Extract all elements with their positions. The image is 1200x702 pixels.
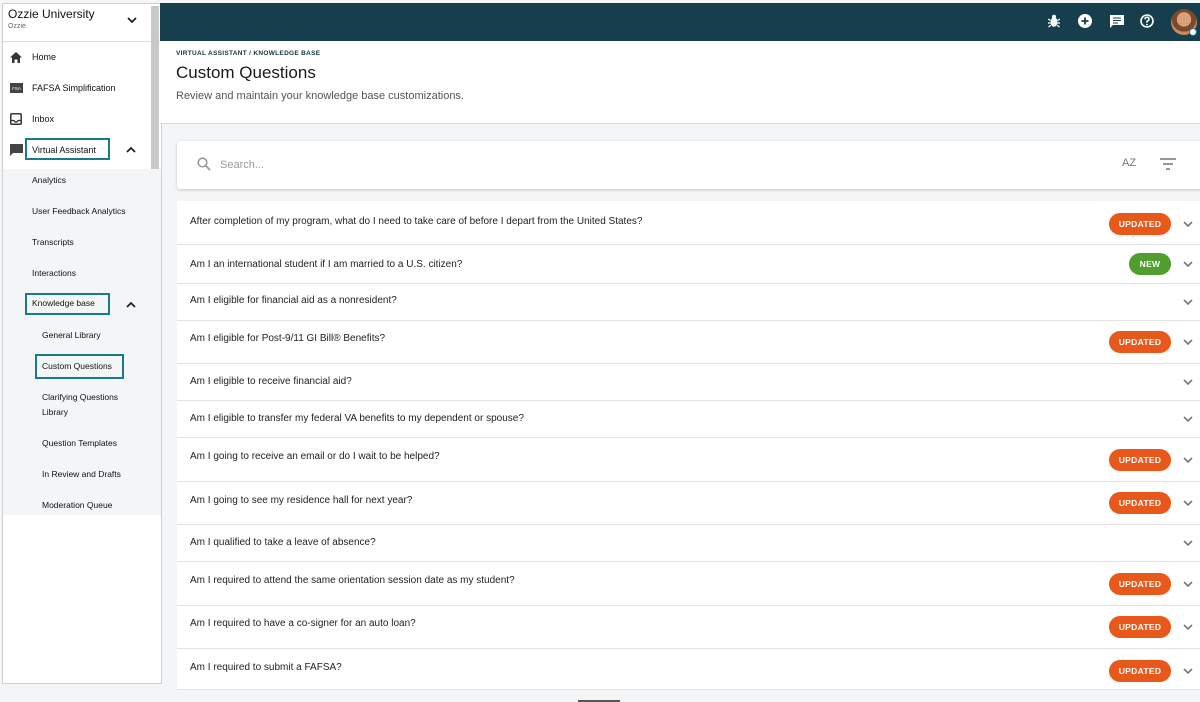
chevron-down-icon[interactable]	[1183, 261, 1193, 268]
question-row[interactable]: Am I eligible to receive financial aid?	[177, 364, 1200, 401]
question-row[interactable]: Am I an international student if I am ma…	[177, 245, 1200, 284]
status-badge: UPDATED	[1109, 331, 1171, 353]
question-row[interactable]: Am I qualified to take a leave of absenc…	[177, 525, 1200, 562]
question-row[interactable]: Am I eligible for Post-9/11 GI Bill® Ben…	[177, 321, 1200, 364]
sidebar-item-home[interactable]: Home	[3, 45, 151, 69]
search-icon	[197, 157, 211, 171]
chevron-down-icon[interactable]	[1183, 624, 1193, 631]
status-badge: NEW	[1129, 253, 1171, 275]
question-text: Am I eligible for financial aid as a non…	[190, 295, 397, 306]
breadcrumb: VIRTUAL ASSISTANT / KNOWLEDGE BASE	[176, 50, 321, 57]
sidebar-item-transcripts[interactable]: Transcripts	[32, 235, 74, 250]
question-row[interactable]: Am I required to have a co-signer for an…	[177, 606, 1200, 649]
filter-icon[interactable]	[1160, 158, 1176, 170]
question-text: Am I eligible to transfer my federal VA …	[190, 413, 524, 424]
sidebar-item-label: Home	[32, 52, 57, 62]
question-text: Am I required to submit a FAFSA?	[190, 662, 342, 673]
home-icon	[6, 51, 26, 63]
sidebar-item-user-feedback-analytics[interactable]: User Feedback Analytics	[32, 204, 126, 219]
page-subtitle: Review and maintain your knowledge base …	[176, 90, 464, 102]
help-icon[interactable]	[1140, 14, 1154, 28]
chevron-down-icon[interactable]	[1183, 416, 1193, 423]
search-bar: AZ	[177, 141, 1200, 189]
question-row[interactable]: Am I going to see my residence hall for …	[177, 482, 1200, 525]
status-badge: UPDATED	[1109, 213, 1171, 235]
sidebar-item-in-review-and-drafts[interactable]: In Review and Drafts	[42, 467, 142, 482]
question-text: Am I going to receive an email or do I w…	[190, 451, 440, 462]
question-row[interactable]: Am I eligible for financial aid as a non…	[177, 284, 1200, 321]
chevron-down-icon[interactable]	[1183, 379, 1193, 386]
chevron-up-icon	[126, 301, 136, 308]
question-text: Am I qualified to take a leave of absenc…	[190, 537, 376, 548]
question-text: After completion of my program, what do …	[190, 216, 643, 227]
question-text: Am I going to see my residence hall for …	[190, 495, 413, 506]
highlight-box	[35, 354, 124, 379]
sort-az-icon[interactable]: AZ	[1122, 157, 1136, 169]
chevron-down-icon[interactable]	[1183, 299, 1193, 306]
question-row[interactable]: After completion of my program, what do …	[177, 201, 1200, 245]
fafsa-icon: FSA	[6, 83, 26, 93]
chevron-down-icon[interactable]	[1183, 540, 1193, 547]
highlight-box	[25, 138, 110, 160]
search-input[interactable]	[220, 155, 720, 175]
question-text: Am I required to attend the same orienta…	[190, 575, 515, 586]
sidebar-item-question-templates[interactable]: Question Templates	[42, 436, 142, 451]
status-badge: UPDATED	[1109, 492, 1171, 514]
sidebar-item-analytics[interactable]: Analytics	[32, 173, 66, 188]
question-text: Am I an international student if I am ma…	[190, 259, 463, 270]
question-row[interactable]: Am I going to receive an email or do I w…	[177, 438, 1200, 482]
question-text: Am I eligible to receive financial aid?	[190, 376, 352, 387]
org-subtitle: Ozzie	[8, 23, 26, 30]
chevron-down-icon[interactable]	[1183, 339, 1193, 346]
status-badge: UPDATED	[1109, 449, 1171, 471]
top-bar	[160, 3, 1200, 41]
org-switcher[interactable]: Ozzie University Ozzie	[3, 4, 161, 42]
sidebar: Ozzie University Ozzie Home FSA FAFSA Si…	[2, 3, 162, 684]
sidebar-item-inbox[interactable]: Inbox	[3, 107, 151, 131]
inbox-icon	[6, 113, 26, 125]
status-badge: UPDATED	[1109, 573, 1171, 595]
add-circle-icon[interactable]	[1078, 14, 1092, 28]
chevron-down-icon[interactable]	[1183, 221, 1193, 228]
chevron-down-icon[interactable]	[1183, 581, 1193, 588]
chevron-down-icon[interactable]	[1183, 457, 1193, 464]
sidebar-item-fafsa[interactable]: FSA FAFSA Simplification	[3, 76, 151, 100]
highlight-box	[25, 293, 110, 315]
sidebar-item-interactions[interactable]: Interactions	[32, 266, 76, 281]
question-row[interactable]: Am I required to attend the same orienta…	[177, 562, 1200, 606]
sidebar-item-moderation-queue[interactable]: Moderation Queue	[42, 498, 142, 513]
question-row[interactable]: Am I required to submit a FAFSA? UPDATED	[177, 649, 1200, 690]
chevron-down-icon[interactable]	[1183, 500, 1193, 507]
question-text: Am I eligible for Post-9/11 GI Bill® Ben…	[190, 333, 386, 344]
sidebar-item-clarifying-questions-library[interactable]: Clarifying Questions Library	[42, 390, 142, 420]
chat-icon	[6, 144, 26, 156]
bug-icon[interactable]	[1048, 14, 1060, 28]
status-dot	[1189, 28, 1197, 36]
sidebar-item-label: FAFSA Simplification	[32, 83, 116, 93]
chevron-down-icon	[127, 17, 137, 24]
page-header: VIRTUAL ASSISTANT / KNOWLEDGE BASE Custo…	[160, 41, 1200, 124]
sidebar-item-general-library[interactable]: General Library	[42, 328, 142, 343]
status-badge: UPDATED	[1109, 616, 1171, 638]
svg-text:FSA: FSA	[12, 86, 21, 91]
question-text: Am I required to have a co-signer for an…	[190, 618, 416, 629]
status-badge: UPDATED	[1109, 660, 1171, 682]
question-row[interactable]: Am I eligible to transfer my federal VA …	[177, 401, 1200, 438]
chevron-down-icon[interactable]	[1183, 668, 1193, 675]
feedback-icon[interactable]	[1110, 15, 1124, 28]
chevron-up-icon	[126, 146, 136, 153]
sidebar-item-label: Inbox	[32, 114, 55, 124]
page-title: Custom Questions	[176, 63, 316, 82]
